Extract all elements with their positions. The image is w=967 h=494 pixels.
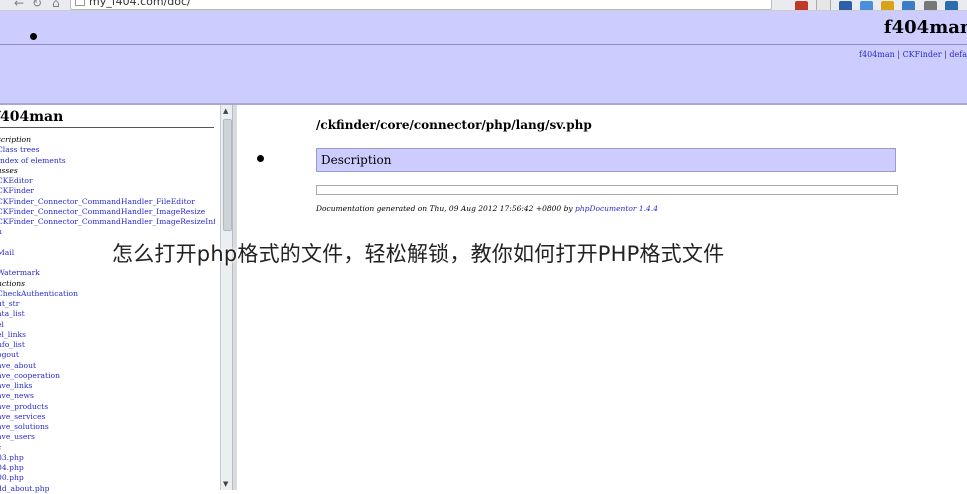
tree-section-label: scription	[0, 135, 32, 144]
tree-link[interactable]: CheckAuthentication	[0, 289, 215, 299]
header-divider	[0, 44, 967, 45]
tree-link[interactable]: ave_links	[0, 381, 215, 391]
left-nav-frame: f404man scription Class trees Index of ele…	[0, 105, 234, 493]
generated-text: Documentation generated on Thu, 09 Aug 2…	[316, 204, 573, 213]
extension-lightblue-icon[interactable]	[860, 1, 874, 10]
tree-link[interactable]: ave_users	[0, 432, 215, 442]
tree-link[interactable]: 03.php	[0, 453, 215, 463]
extension-yellow-icon[interactable]	[881, 1, 895, 10]
tree-link[interactable]: CKEditor	[0, 176, 215, 186]
tree-link[interactable]: el	[0, 320, 215, 330]
tree-link[interactable]: 00.php	[0, 473, 215, 483]
element-tree: scriptionClass treesIndex of elementsass…	[0, 135, 215, 494]
tree-link[interactable]: CKFinder_Connector_CommandHandler_ImageR…	[0, 217, 215, 227]
tree-link[interactable]: Class trees	[0, 145, 215, 155]
tree-link[interactable]: ave_products	[0, 402, 215, 412]
bullet-icon	[30, 33, 37, 40]
tree-link[interactable]: CKFinder_Connector_CommandHandler_FileEd…	[0, 197, 215, 207]
tree-link[interactable]: 04.php	[0, 463, 215, 473]
address-bar[interactable]: my_f404.com/doc/	[70, 0, 772, 10]
tree-link[interactable]: ave_news	[0, 391, 215, 401]
back-arrow-icon[interactable]: ←	[14, 0, 24, 10]
description-header: Description	[316, 148, 896, 172]
header-link-f404man[interactable]: f404man	[859, 50, 895, 59]
extension-icons	[795, 0, 967, 10]
tree-link[interactable]: Watermark	[0, 268, 215, 278]
star-icon[interactable]	[816, 0, 832, 10]
tree-link[interactable]: ave_solutions	[0, 422, 215, 432]
tree-link[interactable]: CKFinder_Connector_CommandHandler_ImageR…	[0, 207, 215, 217]
extension-box-icon[interactable]	[944, 1, 958, 10]
tree-link[interactable]: ave_cooperation	[0, 371, 215, 381]
address-text: my_f404.com/doc/	[89, 0, 191, 8]
page-icon	[75, 0, 85, 6]
tree-link[interactable]: ata_list	[0, 309, 215, 319]
header-links: f404man | CKFinder | defa	[859, 50, 967, 59]
tree-link[interactable]: ut_str	[0, 299, 215, 309]
tree-section-label: nctions	[0, 278, 25, 288]
main-content-frame: /ckfinder/core/connector/php/lang/sv.php…	[237, 105, 967, 490]
tree-link[interactable]: dd_about.php	[0, 484, 215, 494]
extension-globe-icon[interactable]	[902, 1, 916, 10]
scrollbar-thumb[interactable]	[223, 119, 232, 231]
browser-toolbar: ← ↻ ⌂ my_f404.com/doc/	[0, 0, 967, 11]
tree-link[interactable]: ave_about	[0, 361, 215, 371]
reload-icon[interactable]: ↻	[32, 0, 42, 10]
tree-link[interactable]: h	[0, 227, 215, 237]
doc-header: f404man f404man | CKFinder | defa	[0, 11, 967, 105]
tree-link[interactable]: el_links	[0, 330, 215, 340]
scroll-down-icon[interactable]: ▼	[223, 480, 228, 488]
tree-section-label: asses	[0, 165, 18, 175]
extension-gray-icon[interactable]	[923, 1, 937, 10]
tree-link[interactable]: Index of elements	[0, 156, 215, 166]
tree-link[interactable]: nfo_list	[0, 340, 215, 350]
home-icon[interactable]: ⌂	[52, 0, 60, 10]
header-link-default[interactable]: defa	[949, 50, 967, 59]
left-nav-title: f404man	[0, 109, 214, 128]
watermark-caption: 怎么打开php格式的文件，轻松解锁，教你如何打开PHP格式文件	[112, 242, 725, 266]
description-content	[316, 185, 898, 195]
tree-section-label: s	[0, 443, 215, 453]
phpdocumentor-link[interactable]: phpDocumentor 1.4.4	[575, 204, 658, 213]
extension-red-icon[interactable]	[795, 1, 808, 10]
bullet-icon	[257, 155, 264, 162]
header-link-ckfinder[interactable]: CKFinder	[903, 50, 942, 59]
generated-footer: Documentation generated on Thu, 09 Aug 2…	[316, 204, 658, 213]
extension-blue-icon[interactable]	[839, 1, 853, 10]
scroll-up-icon[interactable]: ▲	[223, 107, 228, 115]
page-title: /ckfinder/core/connector/php/lang/sv.php	[316, 118, 592, 132]
tree-link[interactable]: ogout	[0, 350, 215, 360]
tree-link[interactable]: ave_services	[0, 412, 215, 422]
header-title: f404man	[883, 17, 967, 38]
tree-link[interactable]: CKFinder	[0, 186, 215, 196]
